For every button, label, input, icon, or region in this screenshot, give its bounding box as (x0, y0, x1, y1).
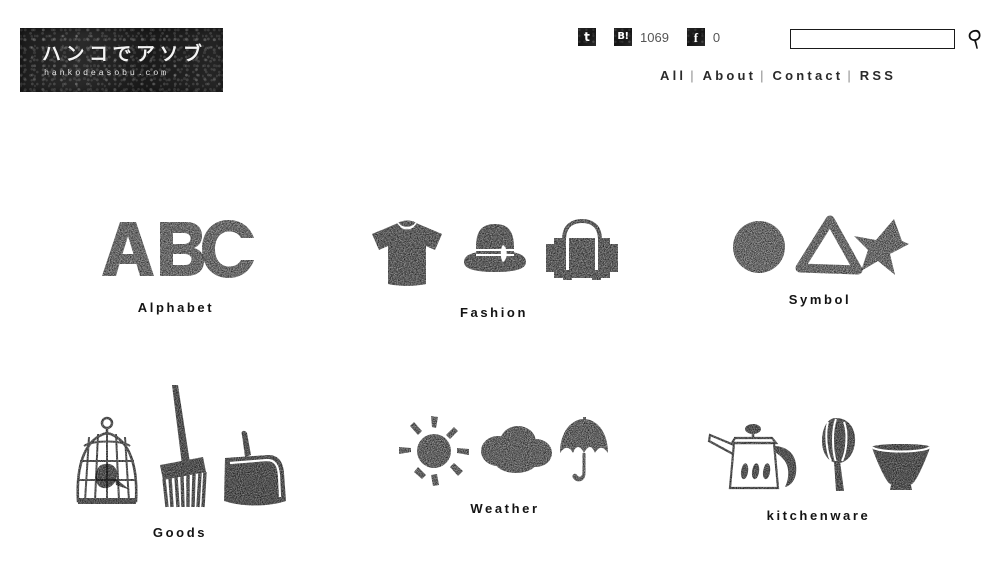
category-kitchenware-art (706, 415, 931, 493)
hatena-glyph: B! (617, 31, 629, 42)
category-alphabet-label: Alphabet (137, 300, 215, 315)
tshirt-stamp (372, 220, 442, 286)
category-row: Goods Weather kitchenware (0, 375, 1005, 560)
category-grid: Alphabet Fashion Symbol Goods Weather ki… (0, 190, 1005, 560)
kettle-stamp (707, 424, 797, 490)
site-logo[interactable]: ハンコでアソブ hankodeasobu.com (20, 28, 223, 92)
social-share-bar: t B! 1069 f 0 (578, 25, 738, 49)
category-weather-label: Weather (470, 501, 540, 516)
category-weather-art (398, 415, 612, 487)
category-weather[interactable]: Weather (398, 415, 612, 516)
social-share-facebook: f 0 (686, 28, 721, 46)
main-navigation: All | About | Contact | RSS (660, 68, 896, 83)
twitter-icon[interactable]: t (578, 28, 596, 46)
broom-stamp (160, 385, 207, 508)
category-alphabet-art (96, 218, 256, 280)
letter-c-stamp (202, 220, 254, 278)
category-kitchenware[interactable]: kitchenware (706, 415, 931, 523)
category-fashion-art (368, 218, 620, 288)
triangle-stamp (795, 215, 863, 275)
social-share-twitter: t (578, 28, 596, 46)
nav-item-about[interactable]: About (703, 68, 757, 83)
nav-separator: | (760, 68, 764, 83)
category-symbol[interactable]: Symbol (730, 215, 910, 307)
whisk-stamp (822, 418, 856, 491)
site-logo-title: ハンコでアソブ (42, 43, 207, 65)
category-alphabet[interactable]: Alphabet (96, 218, 256, 315)
star-stamp (854, 219, 909, 275)
nav-separator: | (847, 68, 851, 83)
social-share-hatena: B! 1069 (614, 28, 669, 46)
facebook-count: 0 (712, 29, 721, 45)
search-button[interactable] (965, 27, 987, 51)
category-row: Alphabet Fashion Symbol (0, 190, 1005, 375)
category-goods-art (70, 383, 290, 513)
search-input[interactable] (790, 29, 955, 49)
nav-item-all[interactable]: All (660, 68, 686, 83)
nav-item-rss[interactable]: RSS (860, 68, 896, 83)
dustpan-stamp (224, 430, 286, 506)
category-symbol-art (730, 215, 910, 276)
category-kitchenware-label: kitchenware (766, 508, 871, 523)
site-header: ハンコでアソブ hankodeasobu.com t B! 1069 f 0 A… (0, 0, 1005, 110)
cloud-stamp (481, 426, 552, 473)
birdcage-bird (95, 463, 130, 490)
twitter-glyph: t (584, 30, 590, 44)
circle-stamp (733, 221, 785, 273)
sun-stamp (399, 416, 469, 486)
site-logo-url: hankodeasobu.com (44, 68, 169, 78)
letter-b-stamp (160, 222, 204, 276)
nav-separator: | (690, 68, 694, 83)
hatena-bookmark-icon[interactable]: B! (614, 28, 632, 46)
category-symbol-label: Symbol (788, 292, 852, 307)
hat-stamp (464, 224, 526, 272)
search-form (790, 27, 987, 51)
letter-a-stamp (102, 222, 154, 276)
category-fashion[interactable]: Fashion (368, 218, 620, 320)
category-goods[interactable]: Goods (70, 383, 290, 540)
facebook-glyph: f (693, 29, 699, 45)
nav-item-contact[interactable]: Contact (773, 68, 844, 83)
facebook-icon[interactable]: f (686, 28, 705, 46)
search-icon (968, 29, 981, 49)
suitcase-stamp (546, 218, 618, 280)
hatena-count: 1069 (640, 29, 669, 45)
umbrella-stamp (560, 417, 608, 482)
category-fashion-label: Fashion (459, 305, 529, 320)
bowl-stamp (871, 444, 931, 490)
category-goods-label: Goods (152, 525, 208, 540)
